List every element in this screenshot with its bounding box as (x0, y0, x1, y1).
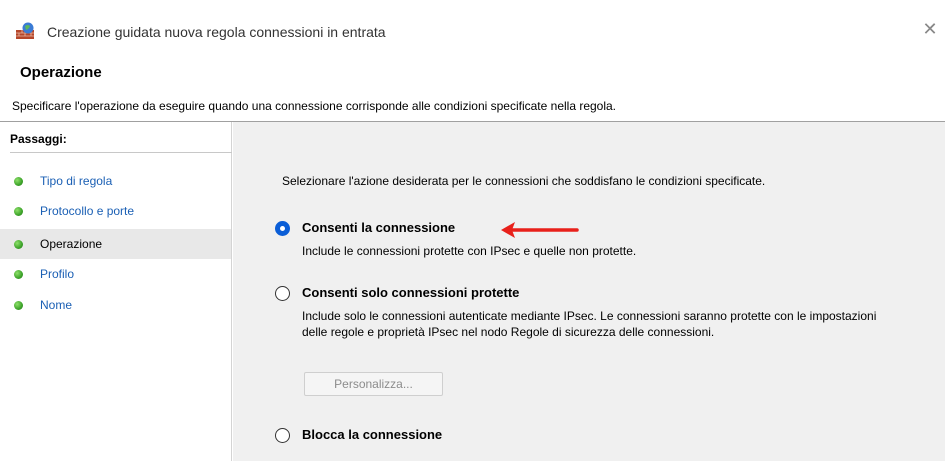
main-panel: Selezionare l'azione desiderata per le c… (233, 122, 945, 461)
red-arrow-annotation (501, 222, 579, 238)
option-label[interactable]: Consenti la connessione (302, 220, 455, 235)
customize-button[interactable]: Personalizza... (304, 372, 443, 396)
step-tipo-di-regola[interactable]: Tipo di regola (0, 166, 231, 196)
radio-allow-secure-only[interactable] (275, 286, 290, 301)
step-status-icon (14, 207, 23, 216)
step-status-icon (14, 301, 23, 310)
option-description: Include solo le connessioni autenticate … (302, 309, 877, 339)
instruction-text: Selezionare l'azione desiderata per le c… (282, 174, 766, 188)
page-title: Operazione (20, 64, 102, 81)
title-bar: Creazione guidata nuova regola connessio… (0, 0, 945, 56)
step-label: Profilo (40, 267, 75, 281)
firewall-wizard-icon (16, 22, 34, 39)
step-label: Operazione (40, 237, 103, 251)
page-description: Specificare l'operazione da eseguire qua… (12, 99, 617, 113)
close-icon: ✕ (922, 19, 938, 39)
step-nome[interactable]: Nome (0, 290, 231, 320)
wizard-header: Operazione Specificare l'operazione da e… (0, 56, 945, 122)
step-operazione[interactable]: Operazione (0, 229, 231, 259)
radio-block-connection[interactable] (275, 428, 290, 443)
steps-title: Passaggi: (10, 132, 232, 153)
step-status-icon (14, 240, 23, 249)
window-title: Creazione guidata nuova regola connessio… (47, 24, 386, 40)
option-label[interactable]: Blocca la connessione (302, 427, 442, 442)
step-protocollo-e-porte[interactable]: Protocollo e porte (0, 196, 231, 226)
step-label: Nome (40, 298, 73, 312)
close-button[interactable]: ✕ (915, 14, 945, 44)
step-profilo[interactable]: Profilo (0, 259, 231, 289)
step-label: Tipo di regola (40, 174, 113, 188)
step-status-icon (14, 177, 23, 186)
step-label: Protocollo e porte (40, 204, 135, 218)
radio-allow-connection[interactable] (275, 221, 290, 236)
steps-sidebar: Passaggi: Tipo di regola Protocollo e po… (0, 122, 232, 461)
option-description: Include le connessioni protette con IPse… (302, 244, 637, 258)
step-status-icon (14, 270, 23, 279)
option-label[interactable]: Consenti solo connessioni protette (302, 285, 519, 300)
